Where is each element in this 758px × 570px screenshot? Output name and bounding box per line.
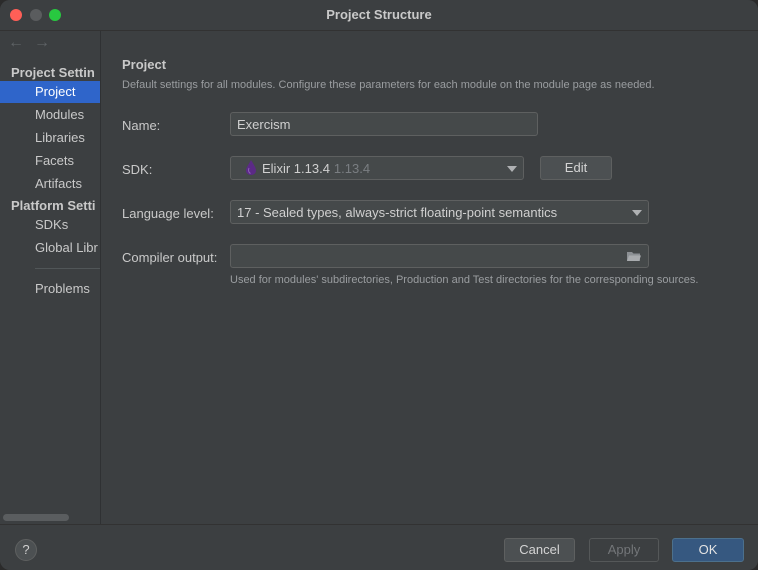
- language-level-label: Language level:: [122, 206, 214, 221]
- sidebar: ← → Project Settin Project Modules Librar…: [0, 31, 101, 524]
- sidebar-item-label: Global Libr: [35, 240, 98, 255]
- project-settings-header: Project Settin: [11, 65, 95, 80]
- sidebar-item-problems[interactable]: Problems: [0, 278, 100, 300]
- sidebar-item-label: Artifacts: [35, 176, 82, 191]
- sdk-name: Elixir 1.13.4: [262, 161, 330, 176]
- arrow-left-icon[interactable]: ←: [8, 34, 24, 51]
- language-level-select[interactable]: 17 - Sealed types, always-strict floatin…: [230, 200, 649, 224]
- sidebar-item-libraries[interactable]: Libraries: [0, 127, 100, 149]
- page-description: Default settings for all modules. Config…: [122, 79, 655, 91]
- chevron-down-icon: [507, 166, 517, 172]
- sdk-value: Elixir 1.13.4 1.13.4: [262, 161, 370, 176]
- sidebar-item-label: SDKs: [35, 217, 69, 232]
- sidebar-item-sdks[interactable]: SDKs: [0, 214, 100, 236]
- nav-arrows: ← →: [8, 34, 60, 52]
- compiler-output-hint: Used for modules' subdirectories, Produc…: [230, 274, 699, 286]
- project-settings-panel: Project Default settings for all modules…: [101, 31, 758, 524]
- sidebar-item-global-libraries[interactable]: Global Libr: [0, 237, 100, 259]
- title-bar: Project Structure: [0, 0, 758, 31]
- arrow-right-icon[interactable]: →: [34, 34, 50, 51]
- ok-button[interactable]: OK: [672, 538, 744, 562]
- sdk-label: SDK:: [122, 162, 153, 177]
- sidebar-divider: [35, 268, 100, 269]
- sidebar-item-label: Project: [35, 84, 76, 99]
- compiler-output-label: Compiler output:: [122, 250, 218, 265]
- sidebar-item-project[interactable]: Project: [0, 81, 100, 103]
- chevron-down-icon: [632, 210, 642, 216]
- project-name-input[interactable]: Exercism: [230, 112, 538, 136]
- window-title: Project Structure: [326, 7, 432, 22]
- sidebar-item-artifacts[interactable]: Artifacts: [0, 173, 100, 195]
- sidebar-item-label: Problems: [35, 281, 90, 296]
- language-level-value: 17 - Sealed types, always-strict floatin…: [237, 205, 558, 220]
- compiler-output-input[interactable]: [230, 244, 649, 268]
- help-button[interactable]: ?: [15, 539, 37, 561]
- apply-button[interactable]: Apply: [589, 538, 659, 562]
- sidebar-item-facets[interactable]: Facets: [0, 150, 100, 172]
- elixir-drop-icon: [246, 160, 256, 175]
- platform-settings-header: Platform Setti: [11, 198, 96, 213]
- cancel-button[interactable]: Cancel: [504, 538, 575, 562]
- sidebar-item-modules[interactable]: Modules: [0, 104, 100, 126]
- dialog-footer: ? Cancel Apply OK: [0, 524, 758, 570]
- sidebar-item-label: Libraries: [35, 130, 85, 145]
- sidebar-item-label: Facets: [35, 153, 75, 168]
- project-structure-window: Project Structure ← → Project Settin Proj…: [0, 0, 758, 570]
- sdk-select[interactable]: Elixir 1.13.4 1.13.4: [230, 156, 524, 180]
- folder-icon[interactable]: [627, 251, 641, 262]
- page-title: Project: [122, 57, 167, 72]
- edit-sdk-button[interactable]: Edit: [540, 156, 612, 180]
- sidebar-item-label: Modules: [35, 107, 85, 122]
- name-label: Name:: [122, 118, 161, 133]
- sidebar-horizontal-scrollbar[interactable]: [3, 514, 69, 521]
- project-name-value: Exercism: [237, 117, 291, 132]
- sdk-version: 1.13.4: [333, 161, 371, 176]
